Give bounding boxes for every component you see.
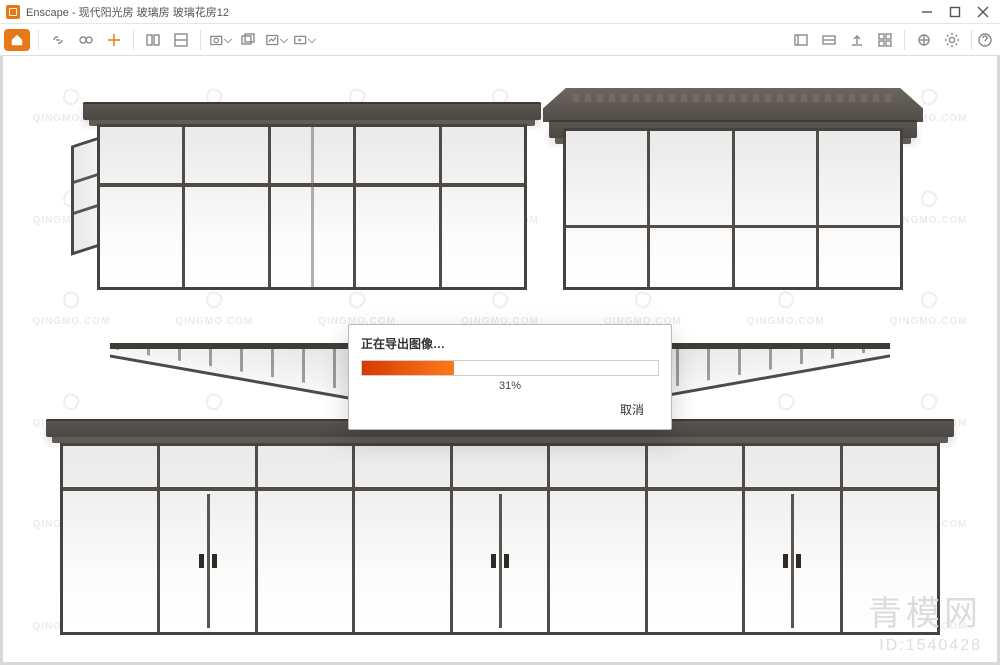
window-controls (920, 5, 994, 19)
grid-icon[interactable] (874, 29, 896, 51)
toolbar (0, 24, 1000, 56)
toolbar-group-export (203, 29, 321, 51)
home-button[interactable] (4, 29, 30, 51)
progress-bar-fill (362, 361, 454, 375)
progress-percent-label: 31% (361, 380, 659, 392)
toolbar-group-link (41, 29, 131, 51)
render-viewport[interactable]: QINGMO.COM QINGMO.COM QINGMO.COM QINGMO.… (0, 56, 1000, 665)
document-title: 现代阳光房 玻璃房 玻璃花房12 (79, 7, 229, 19)
chevron-down-icon (308, 34, 316, 42)
progress-bar (361, 360, 659, 376)
sync-camera-icon[interactable] (75, 29, 97, 51)
video-path-icon[interactable] (818, 29, 840, 51)
toolbar-group-right (784, 29, 902, 51)
help-icon[interactable] (974, 29, 996, 51)
chevron-down-icon (224, 34, 232, 42)
app-name: Enscape (26, 7, 69, 19)
toolbar-group-assets (136, 29, 198, 51)
screenshot-icon[interactable] (209, 29, 231, 51)
minimize-button[interactable] (920, 5, 934, 19)
cancel-button[interactable]: 取消 (605, 398, 659, 421)
maximize-button[interactable] (948, 5, 962, 19)
scene-row-top (0, 102, 1000, 292)
window-title: Enscape - 现代阳光房 玻璃房 玻璃花房12 (26, 4, 229, 20)
settings-icon[interactable] (941, 29, 963, 51)
titlebar: Enscape - 现代阳光房 玻璃房 玻璃花房12 (0, 0, 1000, 24)
sunroom-model-1 (97, 102, 527, 290)
title-sep: - (69, 7, 79, 19)
mono-panorama-icon[interactable] (265, 29, 287, 51)
close-button[interactable] (976, 5, 990, 19)
chevron-down-icon (280, 34, 288, 42)
brand-id: ID:1540428 (868, 637, 982, 655)
home-icon (10, 33, 24, 47)
visual-settings-icon[interactable] (790, 29, 812, 51)
toolbar-group-settings (907, 29, 969, 51)
upload-icon[interactable] (846, 29, 868, 51)
favorite-view-icon[interactable] (103, 29, 125, 51)
dialog-title: 正在导出图像… (361, 335, 659, 352)
batch-render-icon[interactable] (237, 29, 259, 51)
link-views-icon[interactable] (47, 29, 69, 51)
site-context-icon[interactable] (913, 29, 935, 51)
export-progress-dialog: 正在导出图像… 31% 取消 (348, 324, 672, 430)
asset-library-icon[interactable] (142, 29, 164, 51)
app-logo-icon (6, 5, 20, 19)
manage-views-icon[interactable] (170, 29, 192, 51)
export-video-icon[interactable] (293, 29, 315, 51)
sunroom-model-2 (563, 102, 903, 290)
